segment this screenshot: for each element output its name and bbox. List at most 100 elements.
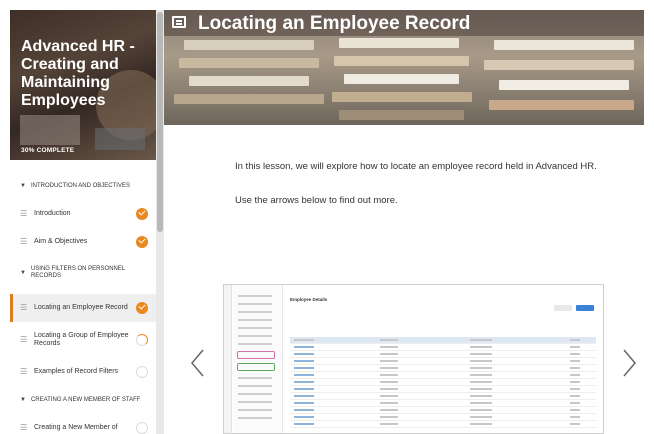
- nav-item-aim-objectives[interactable]: ☰ Aim & Objectives: [10, 228, 156, 256]
- not-started-icon: [136, 422, 148, 434]
- screenshot-table-cell: [380, 416, 398, 418]
- complete-check-icon: [136, 236, 148, 248]
- nav-item-label: Locating an Employee Record: [34, 304, 128, 311]
- chevron-left-icon: [191, 349, 204, 377]
- chevron-right-icon: [623, 349, 636, 377]
- screenshot-table-cell: [294, 402, 314, 404]
- prev-arrow-button[interactable]: [189, 348, 207, 378]
- next-arrow-button[interactable]: [620, 348, 638, 378]
- screenshot-table-cell: [380, 353, 398, 355]
- screenshot-nav: [233, 285, 283, 433]
- screenshot-table-cell: [570, 374, 580, 376]
- lesson-paragraph: In this lesson, we will explore how to l…: [235, 161, 597, 172]
- screenshot-table-row: [290, 379, 596, 386]
- lesson-title: Locating an Employee Record: [198, 13, 471, 34]
- screenshot-table: [290, 337, 596, 428]
- lesson-paragraph: Use the arrows below to find out more.: [235, 195, 398, 206]
- screenshot-table-cell: [570, 381, 580, 383]
- screenshot-button: [554, 305, 572, 311]
- caret-down-icon: ▼: [20, 397, 26, 403]
- screenshot-table-cell: [380, 388, 398, 390]
- banner-paper-stack: [339, 38, 459, 48]
- banner-paper-stack: [179, 58, 319, 68]
- screenshot-table-cell: [380, 339, 398, 341]
- course-title: Advanced HR - Creating and Maintaining E…: [21, 38, 135, 109]
- section-header[interactable]: ▼ USING FILTERS ON PERSONNEL RECORDS: [10, 256, 156, 290]
- screenshot-table-cell: [380, 409, 398, 411]
- screenshot-table-cell: [294, 395, 314, 397]
- screenshot-table-cell: [294, 388, 314, 390]
- lesson-main: Locating an Employee Record In this less…: [164, 10, 644, 434]
- screenshot-table-cell: [380, 360, 398, 362]
- complete-check-icon: [136, 302, 148, 314]
- nav-item-record-filters[interactable]: ☰ Examples of Record Filters: [10, 358, 156, 386]
- screenshot-table-cell: [570, 409, 580, 411]
- screenshot-table-cell: [294, 339, 314, 341]
- screenshot-heading: Employee Details: [290, 297, 328, 302]
- screenshot-table-cell: [570, 353, 580, 355]
- nav-item-locating-employee-record[interactable]: ☰ Locating an Employee Record: [10, 294, 156, 322]
- banner-paper-stack: [332, 92, 472, 102]
- screenshot-table-cell: [570, 346, 580, 348]
- screenshot-table-row: [290, 351, 596, 358]
- screenshot-table-cell: [570, 423, 580, 425]
- screenshot-table-cell: [470, 360, 492, 362]
- lesson-content: In this lesson, we will explore how to l…: [235, 158, 605, 226]
- screenshot-table-row: [290, 386, 596, 393]
- nav-item-label: Aim & Objectives: [34, 238, 88, 245]
- course-sidebar: Advanced HR - Creating and Maintaining E…: [0, 0, 164, 434]
- nav-item-locating-group[interactable]: ☰ Locating a Group of Employee Records: [10, 322, 156, 358]
- screenshot-table-cell: [470, 346, 492, 348]
- section-header[interactable]: ▼ CREATING A NEW MEMBER OF STAFF: [10, 386, 156, 414]
- section-title: USING FILTERS ON PERSONNEL RECORDS: [30, 266, 125, 279]
- screenshot-highlight-pink: [237, 351, 275, 359]
- screenshot-table-row: [290, 414, 596, 421]
- course-hero: Advanced HR - Creating and Maintaining E…: [10, 10, 156, 160]
- screenshot-table-cell: [294, 367, 314, 369]
- lesson-lines-icon: ☰: [20, 367, 28, 376]
- screenshot-table-cell: [380, 346, 398, 348]
- screenshot-table-cell: [570, 402, 580, 404]
- screenshot-table-cell: [294, 416, 314, 418]
- lesson-nav: ▼ INTRODUCTION AND OBJECTIVES ☰ Introduc…: [10, 164, 156, 434]
- screenshot-table-cell: [470, 374, 492, 376]
- screenshot-table-cell: [470, 409, 492, 411]
- menu-icon[interactable]: [172, 16, 186, 28]
- banner-paper-stack: [184, 40, 314, 50]
- screenshot-table-row: [290, 372, 596, 379]
- progress-text: 30% COMPLETE: [21, 147, 75, 154]
- nav-item-introduction[interactable]: ☰ Introduction: [10, 200, 156, 228]
- banner-paper-stack: [494, 40, 634, 50]
- screenshot-table-cell: [570, 360, 580, 362]
- lesson-lines-icon: ☰: [20, 423, 28, 432]
- lesson-banner: Locating an Employee Record: [164, 10, 644, 125]
- screenshot-button: [576, 305, 594, 311]
- screenshot-table-cell: [380, 367, 398, 369]
- screenshot-table-row: [290, 358, 596, 365]
- section-header[interactable]: ▼ INTRODUCTION AND OBJECTIVES: [10, 172, 156, 200]
- screenshot-table-row: [290, 421, 596, 428]
- section-title: CREATING A NEW MEMBER OF STAFF: [30, 396, 141, 403]
- nav-item-label: Introduction: [34, 210, 71, 217]
- banner-paper-stack: [334, 56, 469, 66]
- screenshot-table-cell: [294, 374, 314, 376]
- screenshot-table-row: [290, 400, 596, 407]
- screenshot-table-cell: [380, 423, 398, 425]
- screenshot-table-cell: [570, 395, 580, 397]
- nav-item-label: Creating a New Member of: [34, 424, 118, 431]
- nav-item-creating-new-member[interactable]: ☰ Creating a New Member of: [10, 414, 156, 434]
- screenshot-table-row: [290, 393, 596, 400]
- screenshot-table-row: [290, 344, 596, 351]
- screenshot-table-cell: [380, 374, 398, 376]
- screenshot-table-cell: [294, 346, 314, 348]
- screenshot-table-cell: [470, 353, 492, 355]
- lesson-lines-icon: ☰: [20, 209, 28, 218]
- screenshot-table-cell: [570, 416, 580, 418]
- lesson-lines-icon: ☰: [20, 237, 28, 246]
- sidebar-scrollbar-thumb[interactable]: [157, 12, 163, 232]
- screenshot-table-cell: [470, 395, 492, 397]
- banner-paper-stack: [489, 100, 634, 110]
- screenshot-highlight-green: [237, 363, 275, 371]
- caret-down-icon: ▼: [20, 270, 26, 276]
- screenshot-table-cell: [570, 339, 580, 341]
